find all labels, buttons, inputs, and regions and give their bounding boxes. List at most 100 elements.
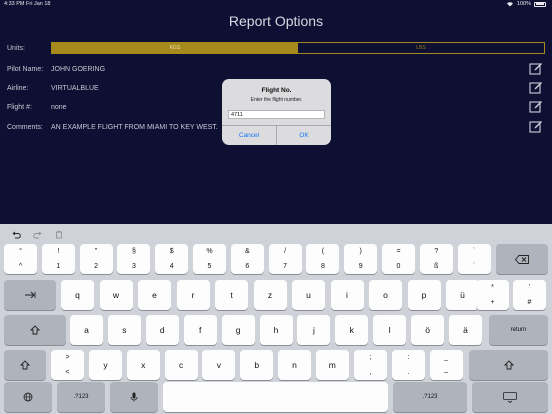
key-i[interactable]: i [330,280,364,310]
key-0[interactable]: = 0 [382,244,415,274]
key-main-char: 8 [320,263,325,270]
key-4[interactable]: $4 [155,244,189,274]
shift-left-key[interactable] [4,350,46,380]
key-main-char: 7 [283,263,288,270]
key-label: m [328,360,336,370]
redo-icon[interactable] [33,230,42,239]
key-v[interactable]: v [202,350,236,380]
key-alt-char: / [284,248,287,255]
key-w[interactable]: w [99,280,133,310]
dialog-message: Enter the flight number. [250,97,303,103]
hide-keyboard-key[interactable] [472,382,548,412]
key-f[interactable]: f [183,315,217,345]
ok-button[interactable]: OK [276,126,331,145]
shift-icon [30,325,40,335]
key-7[interactable]: /7 [268,244,302,274]
key-z[interactable]: z [253,280,287,310]
flight-number-input[interactable]: 4711 [228,110,325,119]
key-g[interactable]: g [221,315,255,345]
key-punct-1[interactable]: :. [391,350,425,380]
key-p[interactable]: p [407,280,441,310]
undo-icon[interactable] [12,230,21,239]
units-option-lbs[interactable]: LBS [298,43,544,53]
battery-icon [534,1,546,7]
key-x[interactable]: x [126,350,160,380]
battery-percent: 100% [516,1,531,7]
shift-right-key[interactable] [469,350,548,380]
key-2[interactable]: " 2 [79,244,113,274]
numbers-key-left[interactable]: .?123 [57,382,105,412]
key-punct-0[interactable]: ;, [354,350,387,380]
key-1[interactable]: ! 1 [41,244,75,274]
edit-flight-icon[interactable] [529,99,543,113]
edit-pilot-icon[interactable] [529,61,543,75]
key-m[interactable]: m [315,350,349,380]
key-+[interactable]: * + [476,280,509,310]
key-o[interactable]: o [369,280,402,310]
key-8[interactable]: (8 [306,244,340,274]
key-j[interactable]: j [297,315,331,345]
globe-icon [23,392,33,402]
edit-airline-icon[interactable] [529,80,543,94]
key-alt-char: * [491,284,494,291]
key-c[interactable]: c [164,350,198,380]
shift-lock-key[interactable] [4,315,66,345]
key-q[interactable]: q [61,280,94,310]
globe-key[interactable] [4,382,52,412]
key-ü[interactable]: ü [446,280,479,310]
key-e[interactable]: e [138,280,171,310]
delete-key[interactable] [496,244,548,274]
key-main-char: , [369,369,372,376]
dictation-key[interactable] [110,382,158,412]
key-3[interactable]: § 3 [117,244,151,274]
units-segmented-control[interactable]: KGS LBS [51,42,545,54]
key-l[interactable]: l [373,315,407,345]
key-label: return [510,327,527,333]
key-´[interactable]: ` ´ [457,244,491,274]
pilot-name-value: JOHN GOERING [51,66,106,73]
key-h[interactable]: h [259,315,293,345]
key-less-than[interactable]: > < [51,350,84,380]
key-ö[interactable]: ö [411,315,445,345]
key-ä[interactable]: ä [449,315,482,345]
key-label: i [346,290,348,300]
key-5[interactable]: % 5 [193,244,226,274]
key-6[interactable]: & 6 [230,244,264,274]
paste-icon[interactable] [55,230,64,239]
key-label: l [388,325,391,335]
airline-label: Airline: [7,85,29,92]
key-y[interactable]: y [89,350,122,380]
key-label: e [152,290,157,300]
cancel-button[interactable]: Cancel [222,126,276,145]
key-alt-char: > [65,354,70,361]
edit-comments-icon[interactable] [529,119,543,133]
key-r[interactable]: r [176,280,210,310]
key-9[interactable]: ) 9 [344,244,378,274]
microphone-icon [130,392,138,402]
key-k[interactable]: k [335,315,369,345]
key-b[interactable]: b [240,350,274,380]
key-label: h [273,325,279,335]
key-t[interactable]: t [215,280,248,310]
key-punct-2[interactable]: _ – [429,350,463,380]
key-a[interactable]: a [70,315,103,345]
key-alt-char: § [131,248,136,255]
key-ß[interactable]: ? ß [419,244,453,274]
numbers-key-right[interactable]: .?123 [393,382,467,412]
key-main-char: ^ [18,263,23,270]
key-#[interactable]: ' # [513,280,546,310]
space-key[interactable] [163,382,388,412]
key-label: d [159,325,165,335]
tab-key[interactable] [4,280,56,310]
comments-label: Comments: [7,124,43,131]
units-option-kgs[interactable]: KGS [52,43,298,53]
key-d[interactable]: d [145,315,179,345]
key-n[interactable]: n [278,350,311,380]
return-key[interactable]: return [489,315,548,345]
key-alt-char: ; [369,354,372,361]
key-alt-char: % [206,248,213,255]
key-u[interactable]: u [292,280,325,310]
key-label: y [103,360,108,370]
key-^[interactable]: ° ^ [4,244,37,274]
key-s[interactable]: s [107,315,141,345]
